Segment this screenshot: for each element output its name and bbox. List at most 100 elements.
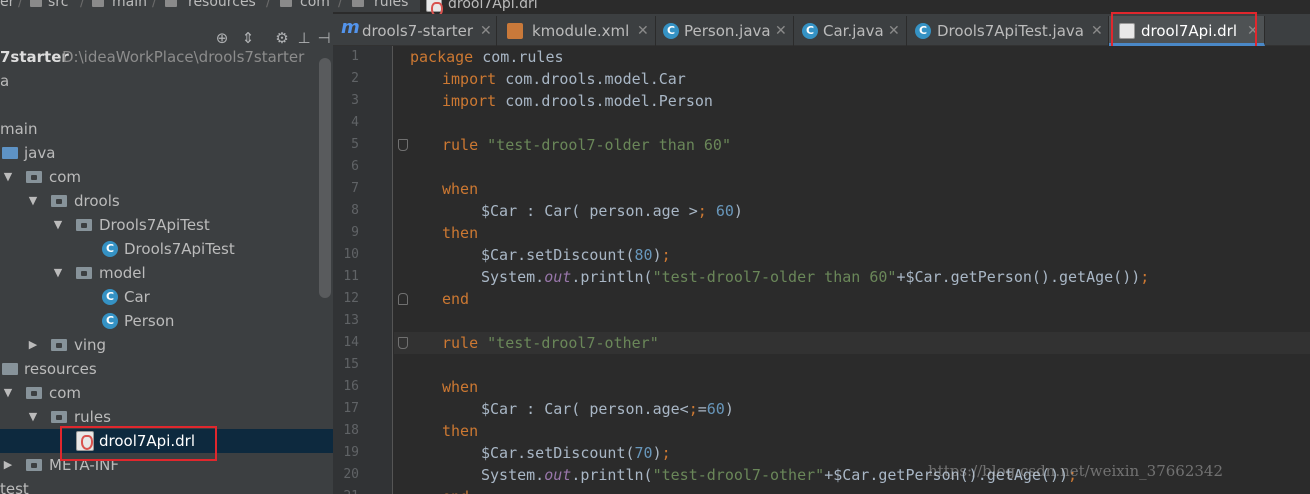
line-number: 1	[351, 49, 359, 64]
line-number: 14	[343, 335, 359, 350]
code-line: end	[442, 290, 470, 308]
tab-drools7apitest-java[interactable]: C Drools7ApiTest.java ✕	[907, 16, 1109, 46]
tree-root[interactable]: 7starter D:\ideaWorkPlace\drools7starter	[0, 45, 333, 69]
line-number: 3	[351, 93, 359, 108]
class-icon: C	[802, 23, 818, 39]
line-number: 11	[343, 269, 359, 284]
line-number: 7	[351, 181, 359, 196]
expand-arrow-icon[interactable]: ▼	[52, 261, 64, 285]
code-line: $Car : Car( person.age<;=60)	[481, 400, 734, 418]
tree-item-drools[interactable]: ▼ drools	[0, 189, 333, 213]
package-icon	[76, 267, 92, 279]
line-number: 5	[351, 137, 359, 152]
line-number: 2	[351, 71, 359, 86]
package-icon	[26, 171, 42, 183]
collapse-arrow-icon[interactable]: ▶	[2, 453, 14, 477]
class-icon: C	[102, 313, 118, 329]
tab-drools7-starter[interactable]: m drools7-starter ✕	[333, 16, 497, 46]
line-number: 9	[351, 225, 359, 240]
tree-item-car[interactable]: C Car	[0, 285, 333, 309]
close-icon[interactable]: ✕	[775, 16, 787, 46]
fold-marker-icon[interactable]	[398, 139, 408, 151]
close-icon[interactable]: ✕	[480, 16, 492, 46]
tab-kmodule-xml[interactable]: kmodule.xml ✕	[497, 16, 656, 46]
close-icon[interactable]: ✕	[637, 16, 649, 46]
tree-item-label: Drools7ApiTest	[99, 216, 210, 234]
expand-arrow-icon[interactable]: ▼	[2, 381, 14, 405]
close-icon[interactable]: ✕	[888, 16, 900, 46]
tree-item-label: com	[49, 168, 82, 186]
line-number: 8	[351, 203, 359, 218]
line-number: 6	[351, 159, 359, 174]
code-line: then	[442, 224, 479, 242]
line-number: 12	[343, 291, 359, 306]
code-editor[interactable]: 1 2 3 4 5 6 7 8 9 10 11 12 13 14 15 16 1…	[333, 46, 1310, 494]
folder-icon	[26, 459, 42, 471]
tree-item-model[interactable]: ▼ model	[0, 261, 333, 285]
tree-item-main[interactable]: main	[0, 117, 333, 141]
tree-item-label: drools	[74, 192, 120, 210]
tree-item-com[interactable]: ▼ com	[0, 165, 333, 189]
watermark: https://blog.csdn.net/weixin_37662342	[928, 462, 1224, 480]
tree-item-label: resources	[24, 360, 97, 378]
tree-item-person[interactable]: C Person	[0, 309, 333, 333]
folder-icon	[26, 387, 42, 399]
root-name: 7starter	[0, 48, 69, 66]
line-number: 19	[343, 445, 359, 460]
tree-item-label: Drools7ApiTest	[124, 240, 235, 258]
tree-item-test[interactable]: test	[0, 477, 333, 494]
tree-item-java[interactable]: java	[0, 141, 333, 165]
test-class-icon: C	[102, 241, 118, 257]
package-icon	[51, 195, 67, 207]
tab-label: Person.java	[684, 22, 771, 40]
fold-marker-icon[interactable]	[398, 293, 408, 305]
package-icon	[76, 219, 92, 231]
class-icon: C	[102, 289, 118, 305]
fold-marker-icon[interactable]	[398, 337, 408, 349]
code-line: when	[442, 378, 479, 396]
code-line: import com.drools.model.Car	[442, 70, 686, 88]
tree-item-com[interactable]: ▼ com	[0, 381, 333, 405]
tab-label: Car.java	[823, 22, 884, 40]
line-number: 10	[343, 247, 359, 262]
tree-item-label: a	[0, 72, 10, 90]
tab-label: drools7-starter	[362, 22, 473, 40]
drl-file-icon	[426, 0, 443, 17]
breadcrumb-separator: /	[338, 0, 343, 10]
tree-item-label: Person	[124, 312, 175, 330]
expand-arrow-icon[interactable]: ▼	[52, 213, 64, 237]
tree-item-label: test	[0, 480, 29, 494]
project-tree: 7starter D:\ideaWorkPlace\drools7starter…	[0, 0, 333, 494]
line-number: 15	[343, 357, 359, 372]
line-number: 21	[333, 486, 359, 494]
expand-arrow-icon[interactable]: ▼	[27, 405, 39, 429]
code-line: when	[442, 180, 479, 198]
tab-car-java[interactable]: C Car.java ✕	[794, 16, 907, 46]
tree-item[interactable]: a	[0, 69, 333, 93]
expand-arrow-icon[interactable]: ▼	[2, 165, 14, 189]
code-line: System.out.println("test-drool7-older th…	[481, 268, 1150, 286]
xml-file-icon	[507, 23, 523, 39]
code-line: rule "test-drool7-other"	[442, 334, 659, 352]
tab-person-java[interactable]: C Person.java ✕	[656, 16, 794, 46]
tree-item-label: java	[24, 144, 56, 162]
folder-icon	[352, 0, 364, 7]
breadcrumb-item[interactable]: rules	[374, 0, 408, 9]
code-line: $Car.setDiscount(80);	[481, 246, 671, 264]
tree-item-drools7apitest-class[interactable]: C Drools7ApiTest	[0, 237, 333, 261]
close-icon[interactable]: ✕	[1091, 16, 1103, 46]
tree-item-ving[interactable]: ▶ ving	[0, 333, 333, 357]
tree-item-label: com	[49, 384, 82, 402]
resources-folder-icon	[2, 363, 18, 375]
line-number: 17	[343, 401, 359, 416]
annotation-highlight-box	[60, 426, 217, 461]
test-class-icon: C	[915, 23, 931, 39]
tab-label: kmodule.xml	[532, 22, 630, 40]
expand-arrow-icon[interactable]: ▼	[27, 189, 39, 213]
collapse-arrow-icon[interactable]: ▶	[27, 333, 39, 357]
line-number: 18	[343, 423, 359, 438]
tree-item-resources[interactable]: resources	[0, 357, 333, 381]
source-folder-icon	[2, 147, 18, 159]
tab-label: Drools7ApiTest.java	[937, 22, 1084, 40]
tree-item-drools7apitest-package[interactable]: ▼ Drools7ApiTest	[0, 213, 333, 237]
